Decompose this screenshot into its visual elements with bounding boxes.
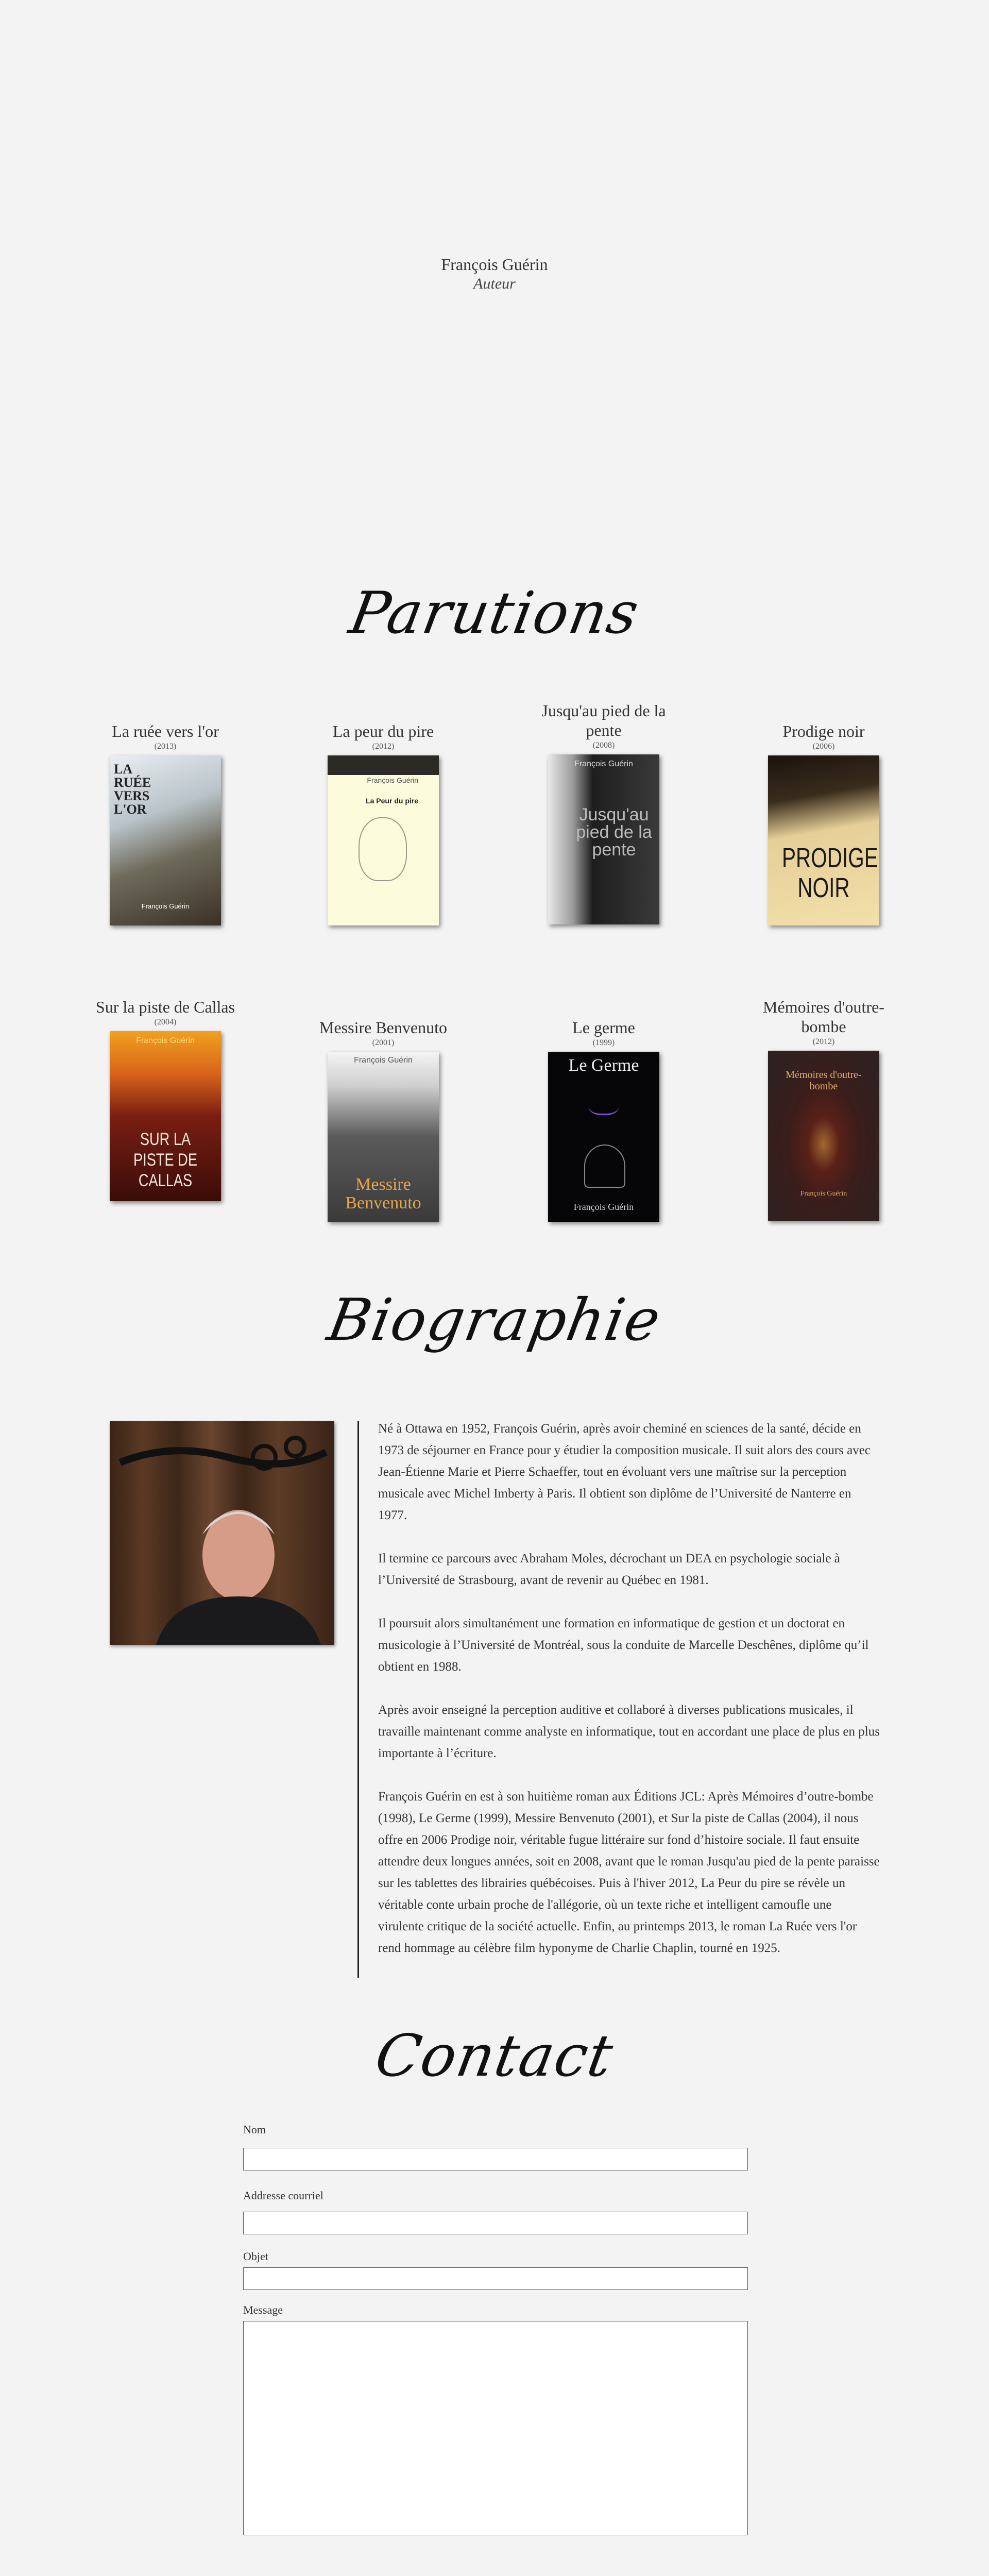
book-card[interactable]: Sur la piste de Callas (2004) François G… [88, 997, 243, 1201]
book-cover[interactable]: Le Germe François Guérin [548, 1052, 659, 1222]
book-title: La ruée vers l'or [112, 722, 219, 740]
bio-paragraph: Né à Ottawa en 1952, François Guérin, ap… [378, 1422, 871, 1522]
email-field[interactable] [243, 2212, 748, 2234]
book-cover[interactable]: François Guérin SUR LA PISTE DE CALLAS [110, 1031, 221, 1201]
book-cover[interactable]: François Guérin La Peur du pire [328, 755, 439, 925]
book-title: Messire Benvenuto [319, 1018, 447, 1037]
bio-paragraph: François Guérin en est à son huitième ro… [378, 1790, 880, 1955]
book-cover[interactable]: Mémoires d'outre-bombe François Guérin [768, 1051, 879, 1221]
author-portrait-illustration [118, 1436, 328, 1645]
bio-paragraph: Il poursuit alors simultanément une form… [378, 1617, 869, 1674]
book-cover[interactable]: LA RUÉE VERS L'OR François Guérin [110, 755, 221, 925]
email-label: Addresse courriel [243, 2189, 323, 2202]
book-title: La peur du pire [332, 722, 434, 740]
book-year: (2012) [372, 742, 395, 751]
section-title-biographie: Biographie [322, 1287, 667, 1354]
name-label: Nom [243, 2123, 266, 2136]
book-card[interactable]: La peur du pire (2012) François Guérin L… [306, 721, 461, 925]
author-photo [110, 1421, 334, 1645]
subject-label: Objet [243, 2250, 268, 2263]
subject-field[interactable] [243, 2267, 748, 2290]
book-year: (2012) [812, 1037, 835, 1046]
bio-paragraph: Il termine ce parcours avec Abraham Mole… [378, 1552, 840, 1587]
bio-divider [357, 1421, 359, 1978]
book-card[interactable]: Messire Benvenuto (2001) François Guérin… [306, 1018, 461, 1222]
book-year: (2013) [154, 742, 177, 751]
book-cover[interactable]: François Guérin Jusqu'au pied de la pent… [548, 754, 659, 924]
book-year: (2006) [812, 742, 835, 751]
message-label: Message [243, 2303, 283, 2316]
book-card[interactable]: Mémoires d'outre-bombe (2012) Mémoires d… [746, 997, 901, 1221]
book-year: (2004) [154, 1018, 177, 1026]
book-card[interactable]: Le germe (1999) Le Germe François Guérin [526, 1018, 681, 1222]
book-card[interactable]: Jusqu'au pied de la pente (2008) Françoi… [526, 701, 681, 924]
book-title: Le germe [572, 1018, 635, 1037]
name-field[interactable] [243, 2148, 748, 2170]
bio-paragraph: Après avoir enseigné la perception audit… [378, 1703, 880, 1760]
section-title-contact: Contact [370, 2023, 619, 2090]
book-title: Jusqu'au pied de la pente [541, 701, 666, 739]
book-card[interactable]: La ruée vers l'or (2013) LA RUÉE VERS L'… [88, 721, 243, 925]
author-role: Auteur [473, 275, 516, 292]
book-cover[interactable]: François Guérin Messire Benvenuto [328, 1052, 439, 1222]
book-title: Prodige noir [782, 722, 865, 740]
bio-text: Né à Ottawa en 1952, François Guérin, ap… [378, 1418, 880, 1981]
author-name: François Guérin [441, 255, 548, 274]
section-title-parutions: Parutions [345, 580, 644, 647]
book-title: Sur la piste de Callas [95, 998, 235, 1016]
book-title: Mémoires d'outre-bombe [763, 998, 884, 1036]
message-field[interactable] [243, 2321, 748, 2535]
book-cover[interactable]: PRODIGE NOIR [768, 755, 879, 925]
book-card[interactable]: Prodige noir (2006) PRODIGE NOIR [746, 721, 901, 925]
book-year: (2008) [592, 741, 615, 750]
book-year: (2001) [372, 1038, 395, 1047]
book-year: (1999) [592, 1038, 615, 1047]
